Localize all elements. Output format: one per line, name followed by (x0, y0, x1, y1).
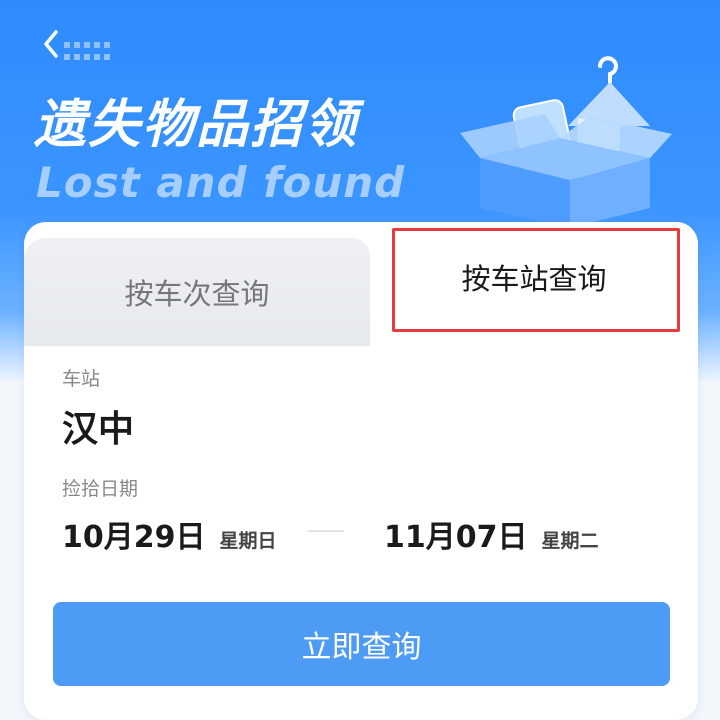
page-title: 遗失物品招领 (34, 95, 359, 155)
end-date: 11月07日 (384, 520, 528, 555)
query-button[interactable]: 立即查询 (53, 602, 670, 686)
tab-label: 按车次查询 (124, 277, 270, 311)
highlight-box (392, 228, 680, 332)
station-field[interactable]: 汉中 (62, 400, 134, 452)
decorative-dots (64, 42, 110, 60)
end-weekday: 星期二 (541, 530, 599, 552)
start-weekday: 星期日 (219, 530, 277, 552)
end-date-picker[interactable]: 11月07日 星期二 (384, 512, 599, 556)
date-label: 捡拾日期 (62, 478, 139, 500)
date-divider (308, 530, 344, 532)
station-label: 车站 (62, 368, 101, 390)
box-hanger-icon (460, 56, 672, 228)
start-date-picker[interactable]: 10月29日 星期日 (62, 512, 277, 556)
page-subtitle: Lost and found (36, 158, 406, 207)
start-date: 10月29日 (62, 520, 206, 555)
tab-by-train[interactable]: 按车次查询 (24, 238, 370, 346)
